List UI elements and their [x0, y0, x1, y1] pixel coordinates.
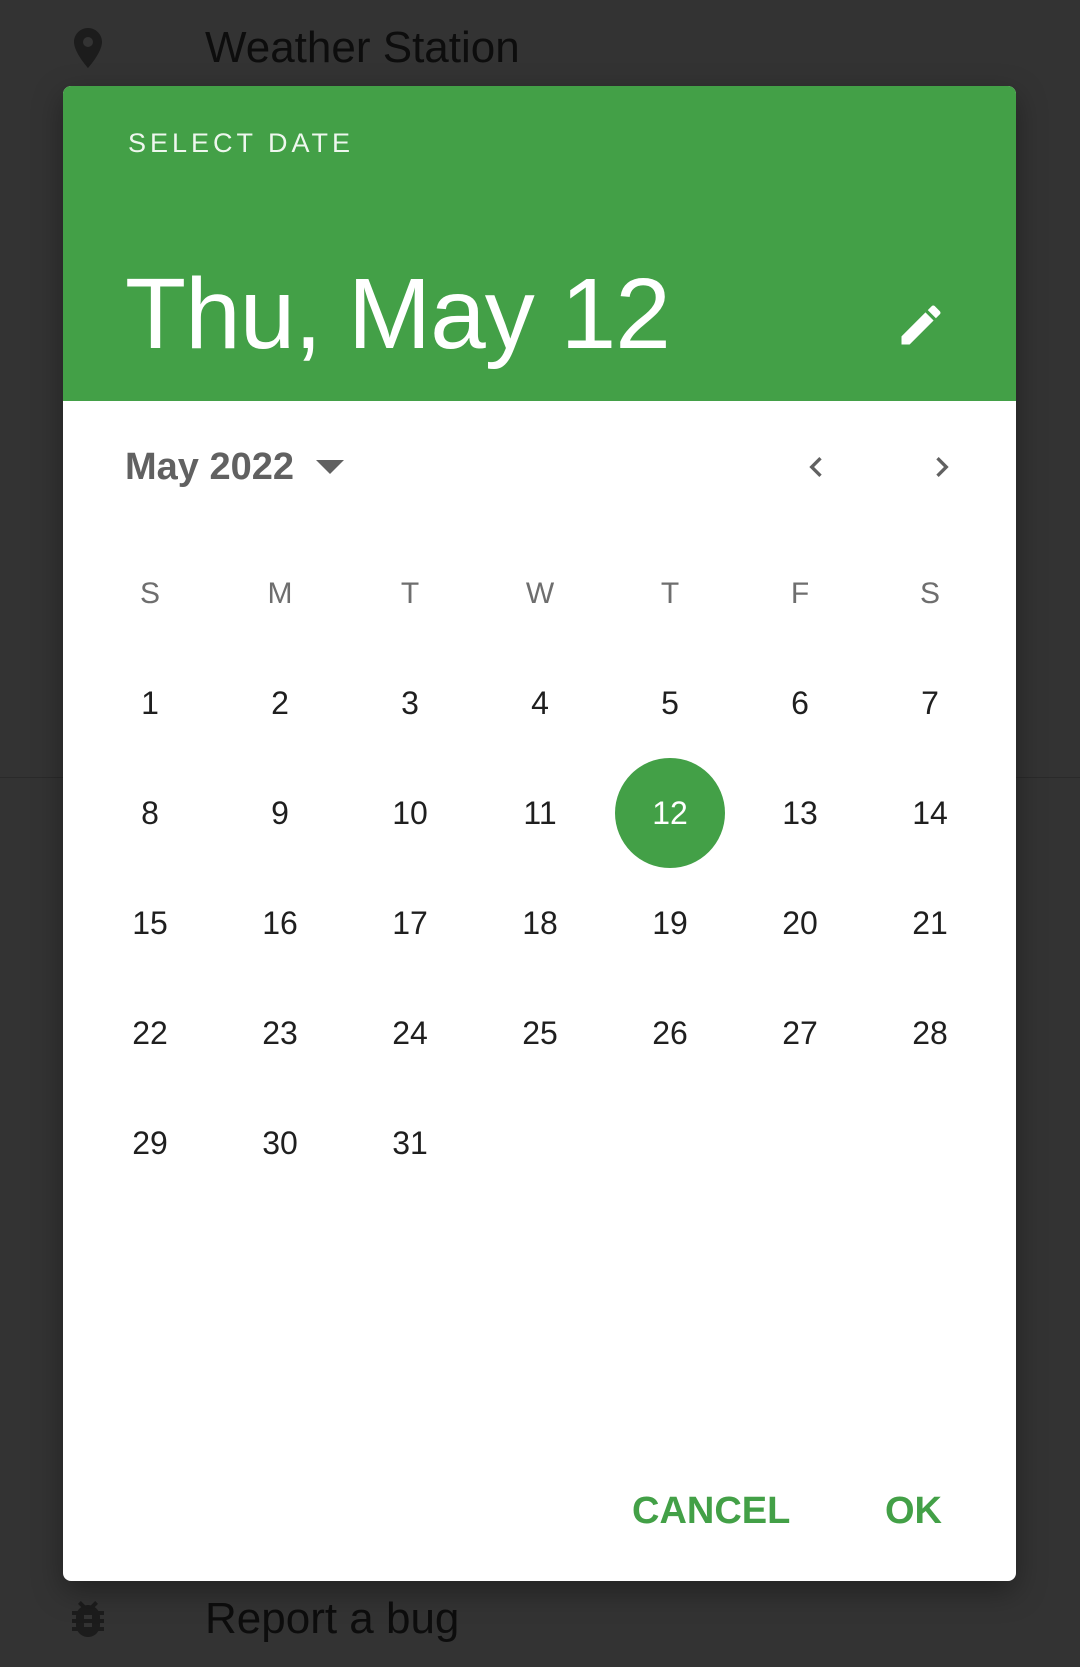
calendar-day[interactable]: 27 [745, 978, 855, 1088]
calendar-day-selected[interactable]: 12 [615, 758, 725, 868]
weekday-label: W [525, 577, 555, 610]
month-year-dropdown[interactable]: May 2022 [125, 439, 345, 495]
calendar-day[interactable]: 4 [485, 648, 595, 758]
calendar-day[interactable]: 26 [615, 978, 725, 1088]
edit-date-button[interactable] [889, 293, 953, 357]
calendar-day[interactable]: 25 [485, 978, 595, 1088]
calendar-day[interactable]: 21 [875, 868, 985, 978]
weekday-label: F [790, 577, 810, 610]
calendar-day[interactable]: 6 [745, 648, 855, 758]
date-picker-dialog: SELECT DATE Thu, May 12 May 2022 S M T W T F S… [63, 86, 1016, 1581]
pencil-icon [901, 305, 941, 345]
background-item-label: Weather Station [205, 23, 520, 72]
ok-button[interactable]: OK [877, 1479, 950, 1543]
calendar-day[interactable]: 3 [355, 648, 465, 758]
calendar-day[interactable]: 2 [225, 648, 335, 758]
dialog-overline: SELECT DATE [128, 128, 355, 158]
calendar-day[interactable]: 16 [225, 868, 335, 978]
chevron-right-icon [936, 457, 949, 477]
calendar-day[interactable]: 29 [95, 1088, 205, 1198]
calendar-day[interactable]: 31 [355, 1088, 465, 1198]
weekday-label: T [400, 577, 420, 610]
calendar-day[interactable]: 18 [485, 868, 595, 978]
calendar-day[interactable]: 10 [355, 758, 465, 868]
weekday-label: S [919, 577, 940, 610]
calendar-day[interactable]: 15 [95, 868, 205, 978]
calendar-day[interactable]: 22 [95, 978, 205, 1088]
calendar-day[interactable]: 9 [225, 758, 335, 868]
weekday-label: S [139, 577, 160, 610]
weekday-label: M [267, 577, 293, 610]
dialog-header: SELECT DATE Thu, May 12 [63, 86, 1016, 401]
location-pin-icon [74, 28, 102, 68]
calendar-day[interactable]: 14 [875, 758, 985, 868]
background-item-label: Report a bug [205, 1594, 460, 1643]
calendar-day[interactable]: 7 [875, 648, 985, 758]
month-year-label: May 2022 [125, 445, 295, 488]
calendar-day[interactable]: 8 [95, 758, 205, 868]
calendar-day[interactable]: 17 [355, 868, 465, 978]
background-list-item-report-bug: Report a bug [0, 1571, 1080, 1667]
calendar-day[interactable]: 1 [95, 648, 205, 758]
cancel-button[interactable]: CANCEL [624, 1479, 798, 1543]
calendar-day[interactable]: 13 [745, 758, 855, 868]
calendar-day[interactable]: 28 [875, 978, 985, 1088]
calendar-day[interactable]: 23 [225, 978, 335, 1088]
weekday-label: T [660, 577, 680, 610]
calendar-day[interactable]: 19 [615, 868, 725, 978]
bug-icon [72, 1601, 104, 1637]
calendar-day[interactable]: 11 [485, 758, 595, 868]
calendar-day[interactable]: 20 [745, 868, 855, 978]
selected-date-headline: Thu, May 12 [125, 258, 671, 370]
calendar-day[interactable]: 5 [615, 648, 725, 758]
month-navigation: May 2022 [63, 401, 1016, 531]
dropdown-arrow-icon [316, 460, 345, 474]
calendar-day[interactable]: 24 [355, 978, 465, 1088]
chevron-left-icon [809, 457, 822, 477]
background-list-item-weather-station: Weather Station [0, 0, 1080, 96]
next-month-button[interactable] [914, 439, 970, 495]
calendar-day[interactable]: 30 [225, 1088, 335, 1198]
previous-month-button[interactable] [788, 439, 844, 495]
